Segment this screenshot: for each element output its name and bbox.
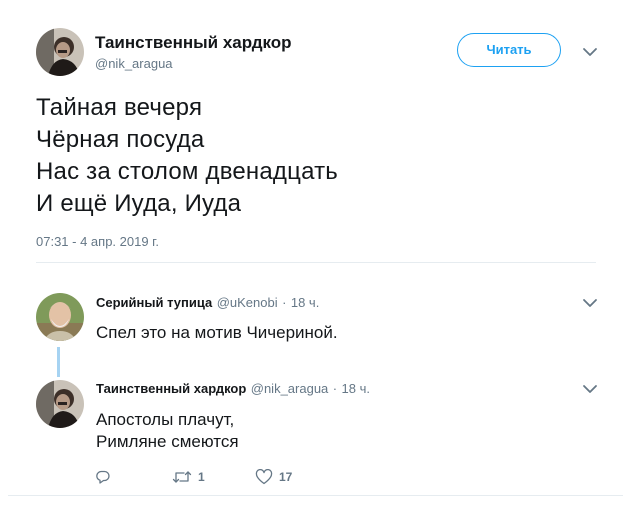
reply-author-handle[interactable]: @nik_aragua: [251, 381, 329, 396]
like-count: 17: [279, 470, 293, 484]
retweet-icon: [172, 471, 192, 483]
retweet-action-button[interactable]: 1: [172, 469, 205, 485]
separator-dot: ·: [282, 295, 287, 310]
tweet-line: Тайная вечеря: [36, 94, 203, 121]
tweet-line: И ещё Иуда, Иуда: [36, 190, 242, 217]
follow-button[interactable]: Читать: [457, 33, 561, 67]
reply-author-name[interactable]: Таинственный хардкор: [96, 381, 246, 396]
reply-text-line: Спел это на мотив Чичериной.: [96, 323, 338, 342]
reply-author-avatar[interactable]: [36, 293, 84, 341]
separator-dot: ·: [332, 381, 338, 396]
divider: [8, 495, 623, 496]
reply-text: Апостолы плачут, Римляне смеются: [96, 409, 239, 453]
thread-connector: [57, 347, 60, 377]
reply-author-name[interactable]: Серийный тупица: [96, 295, 212, 310]
tweet-line: Чёрная посуда: [36, 126, 205, 153]
reply-time[interactable]: 18 ч.: [342, 381, 370, 396]
main-tweet-text: Тайная вечеря Чёрная посуда Нас за столо…: [36, 92, 338, 220]
reply-text: Спел это на мотив Чичериной.: [96, 322, 338, 344]
reply-icon: [96, 470, 110, 484]
like-action-button[interactable]: 17: [255, 469, 292, 485]
reply-time[interactable]: 18 ч.: [291, 295, 319, 310]
divider: [36, 262, 596, 263]
chevron-down-icon[interactable]: [580, 379, 600, 399]
tweet-line: Нас за столом двенадцать: [36, 158, 338, 185]
reply-header: Таинственный хардкор @nik_aragua · 18 ч.: [96, 380, 370, 398]
reply-header: Серийный тупица @uKenobi · 18 ч.: [96, 294, 319, 312]
retweet-count: 1: [198, 470, 205, 484]
main-author-name[interactable]: Таинственный хардкор: [95, 33, 292, 53]
chevron-down-icon[interactable]: [580, 293, 600, 313]
heart-icon: [255, 469, 273, 485]
chevron-down-icon[interactable]: [580, 42, 600, 62]
reply-text-line: Римляне смеются: [96, 432, 239, 451]
tweet-timestamp[interactable]: 07:31 - 4 апр. 2019 г.: [36, 234, 159, 249]
main-author-handle[interactable]: @nik_aragua: [95, 56, 173, 71]
reply-text-line: Апостолы плачут,: [96, 410, 235, 429]
reply-author-avatar[interactable]: [36, 380, 84, 428]
reply-action-button[interactable]: [95, 469, 117, 485]
main-author-avatar[interactable]: [36, 28, 84, 76]
reply-author-handle[interactable]: @uKenobi: [217, 295, 278, 310]
